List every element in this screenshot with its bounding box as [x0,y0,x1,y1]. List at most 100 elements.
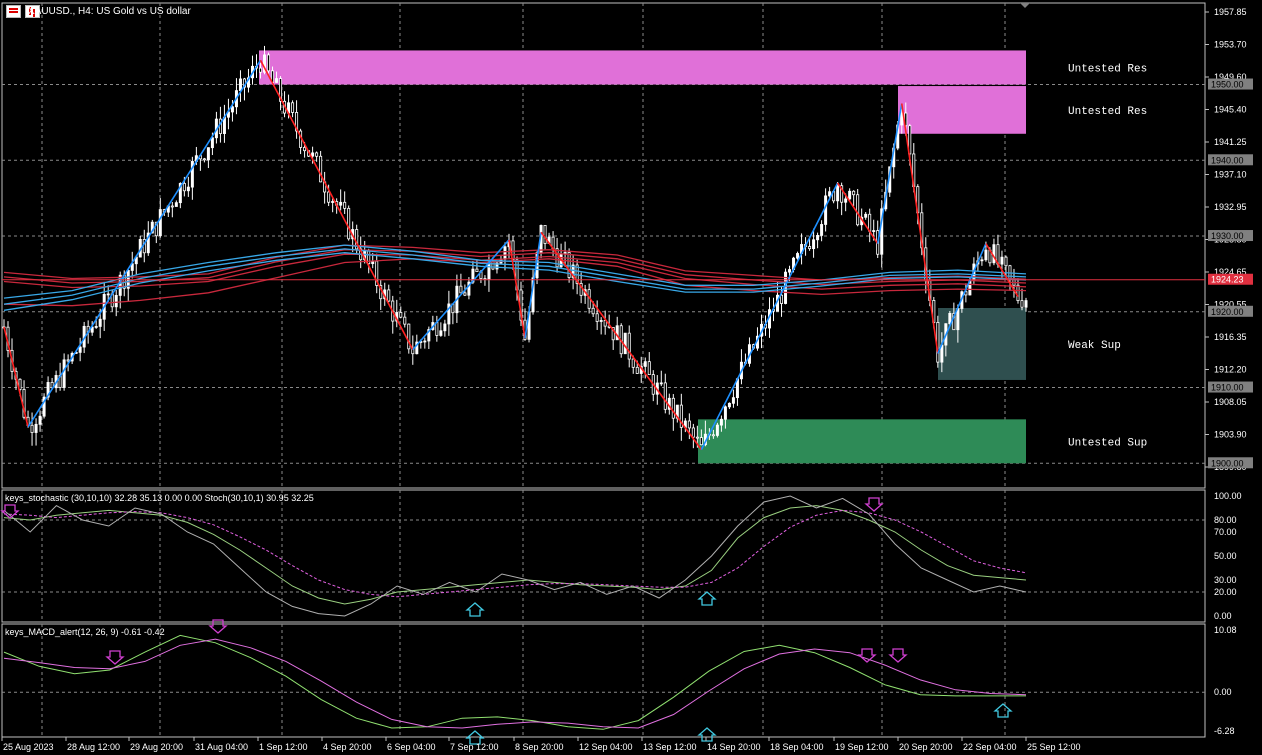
macd-tick-label: 10.08 [1214,625,1237,635]
chart-title: XAUUSD., H4: US Gold vs US dollar [28,6,191,17]
candle-body [1024,300,1028,308]
candle-body [210,137,214,149]
candle-body [812,239,816,250]
candle-body [339,201,343,206]
candle-body [844,198,848,203]
candle-body [868,213,872,232]
macd-header: keys_MACD_alert(12, 26, 9) -0.61 -0.42 [5,627,165,637]
candle-body [491,261,495,270]
price-tick-label: 1953.70 [1214,40,1247,50]
zigzag-segment [259,59,414,351]
candle-body [816,234,820,241]
time-label: 28 Aug 12:00 [67,742,120,752]
candle-body [435,322,439,336]
candle-body [699,437,703,446]
stochastic-panel-frame [1,489,1206,623]
candle-body [623,332,627,355]
time-label: 25 Sep 12:00 [1027,742,1081,752]
zigzag-segment [27,59,262,428]
candle-body [387,289,391,302]
candle-body [691,427,695,438]
candle-body [643,361,647,367]
candle-body [1016,284,1020,302]
candle-body [202,158,206,161]
candle-body [543,225,547,244]
candle-body [475,268,479,273]
candle-body [723,406,727,420]
candle-body [595,313,599,322]
candle-body [331,201,335,203]
candle-body [671,397,675,419]
candle-body [267,54,271,72]
candle-body [711,434,715,437]
chart-shift-icon[interactable] [1020,3,1030,8]
candle-body [647,361,651,375]
candle-body [311,152,315,157]
zigzag-segment [524,232,542,339]
price-tick-label: 1908.05 [1214,397,1247,407]
candle-body [980,259,984,262]
zone-resistance [259,50,1026,85]
time-label: 20 Sep 20:00 [899,742,953,752]
price-tick-label: 1941.25 [1214,137,1247,147]
candle-body [1020,300,1024,308]
candle-body [315,152,319,157]
zigzag-segment [876,103,903,244]
time-label: 29 Aug 20:00 [130,742,183,752]
macd-line [3,638,1027,729]
trading-chart[interactable]: Untested Res Untested Res Weak Sup Untested… [0,0,1262,755]
zigzag-segment [540,231,703,451]
candle-body [230,106,234,113]
candle-body [992,244,996,264]
price-marker-label: 1920.00 [1211,307,1244,317]
candle-body [900,112,904,126]
candle-body [78,346,82,353]
zone-label: Untested Res [1068,63,1147,75]
macd-tick-label: 0.00 [1214,687,1232,697]
time-label: 12 Sep 04:00 [579,742,633,752]
candle-body [663,382,667,410]
candle-body [439,330,443,336]
price-tick-label: 1912.20 [1214,365,1247,375]
candle-body [808,246,812,250]
candle-body [956,308,960,331]
candle-body [303,147,307,152]
price-marker-label: 1910.00 [1211,383,1244,393]
alert-arrow-up-icon [697,727,717,742]
price-marker-label: 1900.00 [1211,458,1244,468]
candle-body [34,423,38,433]
candle-body [631,358,635,368]
candle-body [399,312,403,318]
candle-body [182,183,186,192]
candle-body [872,230,876,232]
alert-arrow-down-icon [857,648,877,663]
candle-body [848,190,852,200]
macd-tick-label: -6.28 [1214,726,1235,736]
alert-arrow-down-icon [0,504,20,519]
price-tick-label: 1916.35 [1214,332,1247,342]
time-label: 22 Sep 04:00 [963,742,1017,752]
candle-body [206,147,210,161]
candle-body [38,415,42,425]
candle-body [936,322,940,363]
price-marker-label: 1940.00 [1211,155,1244,165]
alert-arrow-down-icon [864,497,884,512]
candle-body [788,269,792,273]
candle-body [238,78,242,92]
candle-body [1004,256,1008,267]
candle-body [174,202,178,207]
candle-body [98,318,102,327]
candle-body [259,67,262,73]
stoch-tick-label: 100.00 [1214,491,1242,501]
candle-body [275,78,279,83]
candle-body [30,424,34,433]
price-marker-label: 1930.00 [1211,231,1244,241]
candle-body [852,190,856,196]
zone-resistance [898,86,1026,134]
candle-body [327,191,331,203]
time-label: 4 Sep 20:00 [323,742,372,752]
price-tick-label: 1945.40 [1214,105,1247,115]
chart-properties-icon[interactable] [6,5,21,18]
candle-body [94,326,98,328]
zigzag-segment [3,326,29,428]
